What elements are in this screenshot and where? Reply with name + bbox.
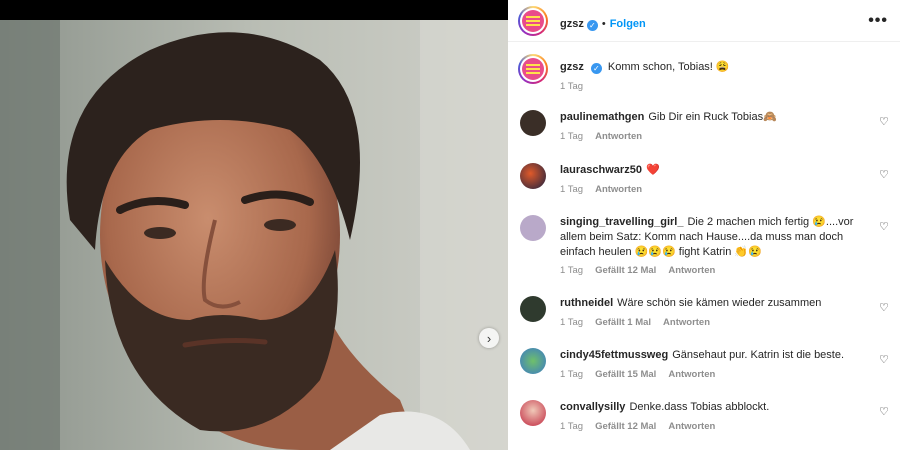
chevron-right-icon: › bbox=[486, 330, 492, 346]
comment-likes[interactable]: Gefällt 1 Mal bbox=[595, 317, 651, 328]
comment-likes[interactable]: Gefällt 15 Mal bbox=[595, 369, 656, 380]
comment-text: Gib Dir ein Ruck Tobias🙈 bbox=[648, 111, 777, 123]
gzsz-logo-icon bbox=[522, 58, 544, 80]
like-heart-icon[interactable]: ♡ bbox=[879, 222, 890, 233]
commenter-avatar[interactable] bbox=[520, 215, 546, 241]
comment-time[interactable]: 1 Tag bbox=[560, 317, 583, 328]
commenter-avatar[interactable] bbox=[520, 163, 546, 189]
commenter-avatar[interactable] bbox=[520, 400, 546, 426]
gzsz-logo-icon bbox=[522, 10, 544, 32]
reply-button[interactable]: Antworten bbox=[668, 265, 715, 276]
media-top-bar bbox=[0, 0, 508, 20]
comment-time[interactable]: 1 Tag bbox=[560, 184, 583, 195]
comment-username[interactable]: lauraschwarz50 bbox=[560, 164, 642, 176]
next-media-button[interactable]: › bbox=[479, 328, 499, 348]
commenter-avatar[interactable] bbox=[520, 110, 546, 136]
like-heart-icon[interactable]: ♡ bbox=[879, 407, 890, 418]
post-media[interactable]: › bbox=[0, 0, 508, 450]
comment-likes[interactable]: Gefällt 12 Mal bbox=[595, 421, 656, 432]
comment-text: ❤️ bbox=[645, 164, 660, 176]
verified-badge-icon: ✓ bbox=[590, 63, 602, 74]
comment-time[interactable]: 1 Tag bbox=[560, 369, 583, 380]
author-avatar[interactable] bbox=[518, 6, 548, 36]
commenter-avatar[interactable] bbox=[520, 348, 546, 374]
like-heart-icon[interactable]: ♡ bbox=[879, 355, 890, 366]
post-photo bbox=[0, 20, 508, 450]
reply-button[interactable]: Antworten bbox=[663, 317, 710, 328]
like-heart-icon[interactable]: ♡ bbox=[879, 303, 890, 314]
comment-username[interactable]: singing_travelling_girl_ bbox=[560, 216, 683, 228]
comment-username[interactable]: convallysilly bbox=[560, 401, 625, 413]
more-options-icon[interactable]: ••• bbox=[868, 12, 888, 30]
caption-time[interactable]: 1 Tag bbox=[560, 81, 583, 92]
reply-button[interactable]: Antworten bbox=[668, 369, 715, 380]
caption-text: Komm schon, Tobias! 😩 bbox=[607, 61, 730, 73]
verified-badge-icon: ✓ bbox=[586, 20, 598, 31]
post-header: gzsz ✓ • Folgen ••• bbox=[508, 0, 900, 42]
comment-time[interactable]: 1 Tag bbox=[560, 131, 583, 142]
comment-time[interactable]: 1 Tag bbox=[560, 265, 583, 276]
comment-text: Wäre schön sie kämen wieder zusammen bbox=[617, 297, 822, 309]
comment-text: Denke.dass Tobias abblockt. bbox=[629, 401, 770, 413]
comment-text: Gänsehaut pur. Katrin ist die beste. bbox=[672, 349, 845, 361]
reply-button[interactable]: Antworten bbox=[668, 421, 715, 432]
comment-time[interactable]: 1 Tag bbox=[560, 421, 583, 432]
commenter-avatar[interactable] bbox=[520, 296, 546, 322]
comment-username[interactable]: paulinemathgen bbox=[560, 111, 644, 123]
caption-username[interactable]: gzsz bbox=[560, 61, 584, 73]
comment-likes[interactable]: Gefällt 12 Mal bbox=[595, 265, 656, 276]
post-sidebar: gzsz ✓ • Folgen ••• gzsz ✓ Komm schon, Tobia… bbox=[508, 0, 900, 450]
like-heart-icon[interactable]: ♡ bbox=[879, 117, 890, 128]
follow-button[interactable]: Folgen bbox=[610, 18, 646, 30]
reply-button[interactable]: Antworten bbox=[595, 184, 642, 195]
comment-username[interactable]: cindy45fettmussweg bbox=[560, 349, 668, 361]
author-username[interactable]: gzsz bbox=[560, 18, 584, 30]
like-heart-icon[interactable]: ♡ bbox=[879, 170, 890, 181]
caption-avatar[interactable] bbox=[518, 54, 548, 84]
reply-button[interactable]: Antworten bbox=[595, 131, 642, 142]
comment-username[interactable]: ruthneidel bbox=[560, 297, 613, 309]
